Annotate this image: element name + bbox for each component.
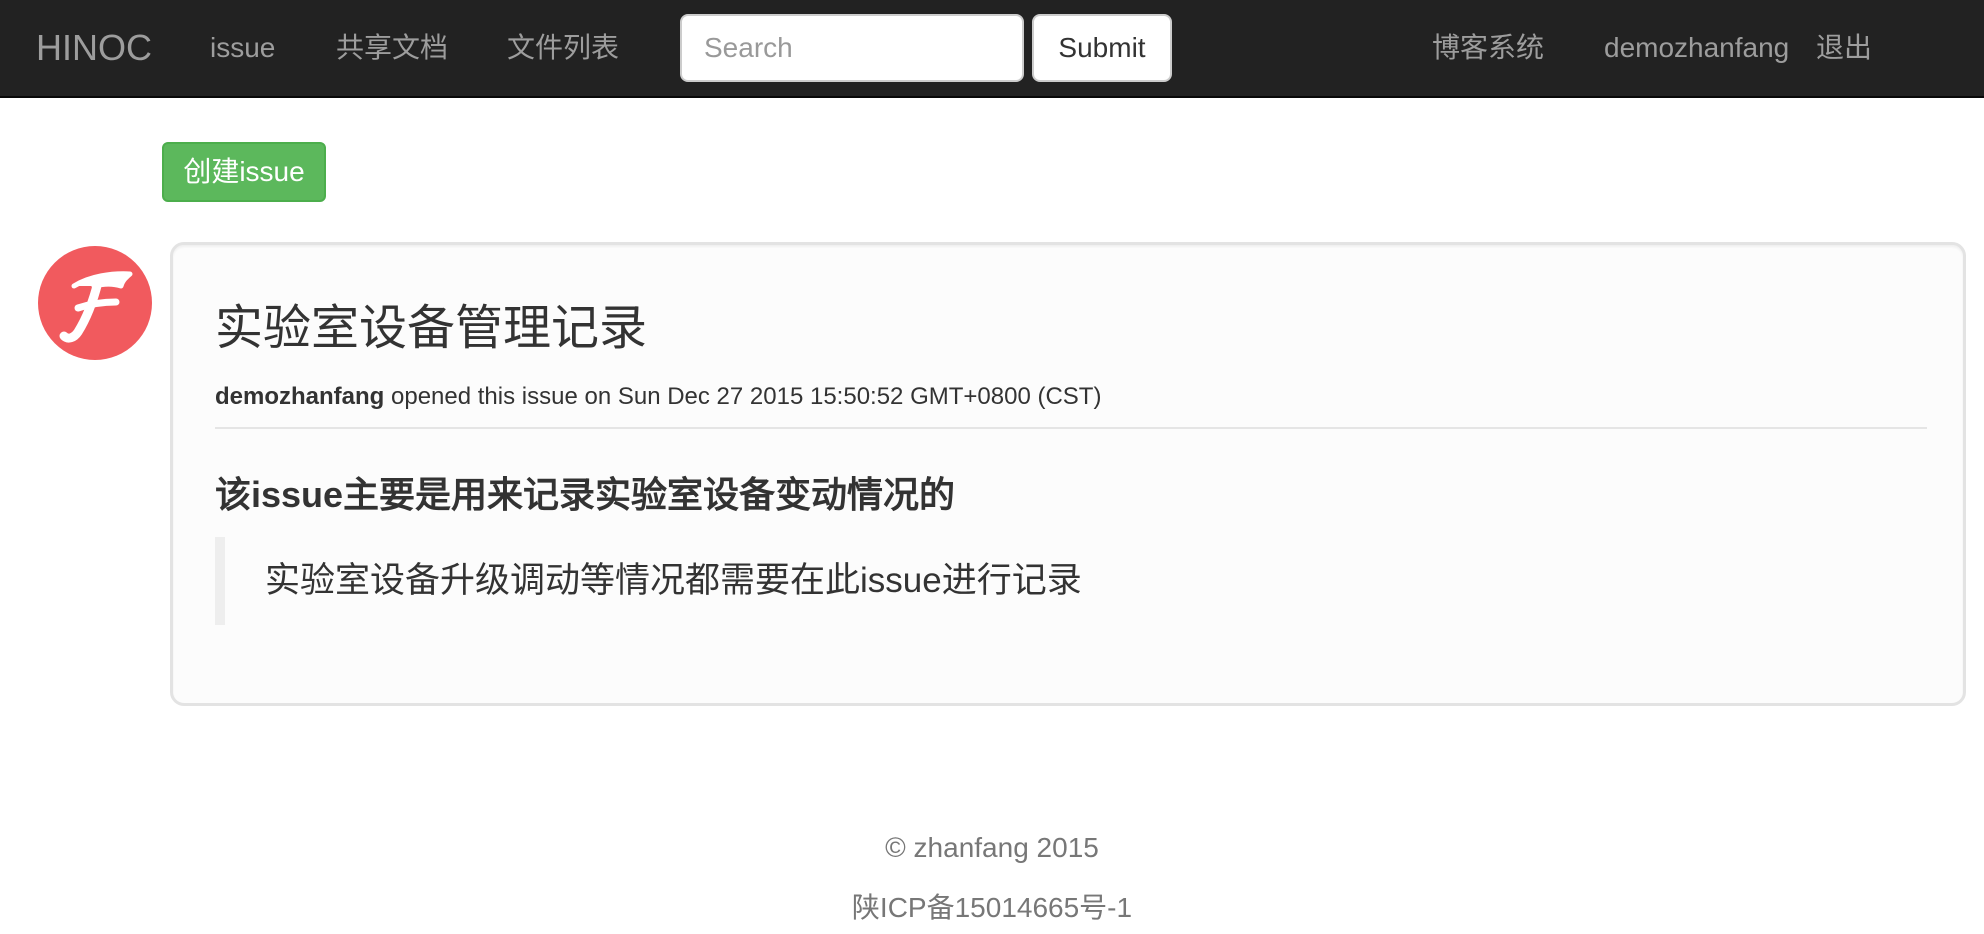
meta-divider — [215, 427, 1927, 429]
search-input[interactable] — [680, 14, 1024, 82]
top-navbar: HINOC issue 共享文档 文件列表 Submit 博客系统 demozh… — [0, 0, 1984, 98]
issue-panel: 实验室设备管理记录 demozhanfang opened this issue… — [170, 242, 1966, 706]
submit-button[interactable]: Submit — [1032, 14, 1172, 82]
issue-author: demozhanfang — [215, 383, 385, 410]
nav-link-shared-docs[interactable]: 共享文档 — [336, 30, 448, 66]
issue-meta: demozhanfang opened this issue on Sun De… — [215, 381, 1101, 413]
issue-body-heading: 该issue主要是用来记录实验室设备变动情况的 — [215, 474, 956, 515]
footer-icp-link[interactable]: 陕ICP备15014665号-1 — [0, 890, 1984, 926]
issue-title: 实验室设备管理记录 — [215, 302, 648, 355]
brand-logo-link[interactable]: HINOC — [36, 26, 152, 70]
nav-link-issue[interactable]: issue — [210, 30, 275, 66]
footer-copyright: © zhanfang 2015 — [885, 832, 1099, 863]
create-issue-button[interactable]: 创建issue — [162, 142, 326, 202]
issue-opened-text: opened this issue on Sun Dec 27 2015 15:… — [384, 383, 1102, 410]
issue-body-quote: 实验室设备升级调动等情况都需要在此issue进行记录 — [215, 537, 1215, 625]
avatar-f-logo-icon — [59, 271, 133, 343]
author-avatar[interactable] — [38, 246, 152, 360]
nav-link-user-profile[interactable]: demozhanfang — [1604, 30, 1789, 66]
nav-link-logout[interactable]: 退出 — [1816, 30, 1872, 66]
nav-link-file-list[interactable]: 文件列表 — [507, 30, 619, 66]
nav-link-blog-system[interactable]: 博客系统 — [1432, 30, 1544, 66]
